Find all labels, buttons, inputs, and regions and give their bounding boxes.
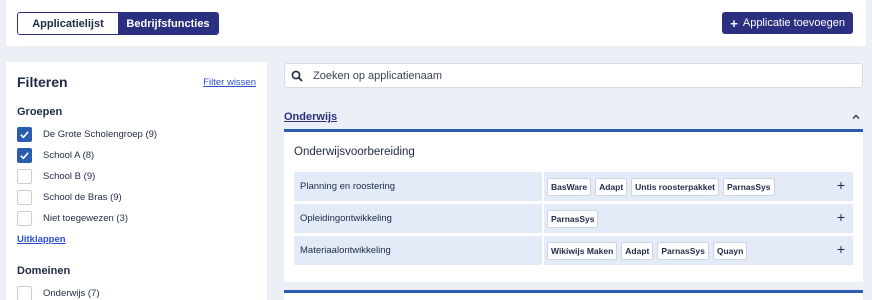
domains-title: Domeinen — [17, 265, 71, 277]
app-chip[interactable]: BasWare — [547, 177, 592, 196]
subcategory-title: Onderwijsvoorbereiding — [294, 146, 415, 158]
clear-filter-link[interactable]: Filter wissen — [203, 77, 256, 88]
group-filter-label: School de Bras (9) — [43, 192, 122, 203]
group-filter-item[interactable]: School A (8) — [17, 145, 256, 166]
add-application-label: Applicatie toevoegen — [742, 17, 845, 29]
search-input[interactable] — [313, 69, 862, 82]
checkbox[interactable] — [17, 286, 32, 300]
search-icon — [285, 70, 309, 82]
checkbox[interactable] — [17, 190, 32, 205]
filter-panel: Filteren Filter wissen Groepen De Grote … — [6, 62, 267, 300]
checkbox[interactable] — [17, 211, 32, 226]
app-chip[interactable]: Untis roosterpakket — [631, 177, 720, 196]
app-chip[interactable]: ParnasSys — [547, 209, 599, 228]
app-chip[interactable]: ParnasSys — [657, 241, 709, 260]
function-row: Planning en roostering BasWare Adapt Unt… — [294, 172, 853, 201]
app-chip[interactable]: ParnasSys — [723, 177, 775, 196]
add-app-plus-icon[interactable]: + — [837, 242, 845, 256]
add-app-plus-icon[interactable]: + — [837, 178, 845, 192]
app-chip[interactable]: Quayn — [712, 241, 748, 260]
checkbox-checked[interactable] — [17, 127, 32, 142]
group-filter-item[interactable]: De Grote Scholengroep (9) — [17, 124, 256, 145]
view-toggle: Applicatielijst Bedrijfsfuncties — [17, 12, 219, 35]
domain-filter-item[interactable]: Onderwijs (7) — [17, 283, 256, 300]
chevron-up-icon[interactable] — [851, 112, 861, 122]
group-filter-label: De Grote Scholengroep (9) — [43, 129, 158, 140]
app-chip[interactable]: Adapt — [621, 241, 654, 260]
add-application-button[interactable]: + Applicatie toevoegen — [722, 12, 853, 34]
domain-filter-label: Onderwijs (7) — [43, 288, 100, 299]
expand-groups-link[interactable]: Uitklappen — [17, 234, 66, 245]
filter-header: Filteren Filter wissen — [17, 74, 256, 90]
groups-title: Groepen — [17, 106, 63, 118]
filter-title: Filteren — [17, 74, 68, 90]
function-label: Materiaalontwikkeling — [300, 245, 391, 256]
group-filter-label: School A (8) — [43, 150, 95, 161]
plus-icon: + — [730, 15, 738, 31]
function-apps: Wikiwijs Maken Adapt ParnasSys Quayn — [542, 236, 853, 265]
group-filter-item[interactable]: Niet toegewezen (3) — [17, 208, 256, 229]
group-filter-label: Niet toegewezen (3) — [43, 213, 129, 224]
groups-list: De Grote Scholengroep (9) School A (8) S… — [17, 124, 256, 229]
tab-bedrijfsfuncties[interactable]: Bedrijfsfuncties — [118, 13, 218, 34]
checkbox[interactable] — [17, 169, 32, 184]
checkbox-checked[interactable] — [17, 148, 32, 163]
app-chip[interactable]: Wikiwijs Maken — [547, 241, 618, 260]
function-apps: BasWare Adapt Untis roosterpakket Parnas… — [542, 172, 853, 201]
group-filter-label: School B (9) — [43, 171, 96, 182]
search-bar — [284, 63, 863, 88]
add-app-plus-icon[interactable]: + — [837, 210, 845, 224]
app-chip[interactable]: Adapt — [595, 177, 628, 196]
top-bar: Applicatielijst Bedrijfsfuncties + Appli… — [6, 0, 866, 46]
category-title[interactable]: Onderwijs — [284, 111, 337, 123]
category-header[interactable]: Onderwijs — [284, 104, 863, 130]
function-label: Opleidingontwikkeling — [300, 213, 392, 224]
group-filter-item[interactable]: School B (9) — [17, 166, 256, 187]
group-filter-item[interactable]: School de Bras (9) — [17, 187, 256, 208]
check-icon — [20, 131, 29, 139]
function-row: Opleidingontwikkeling ParnasSys + — [294, 204, 853, 233]
check-icon — [20, 152, 29, 160]
tab-applicatielijst[interactable]: Applicatielijst — [18, 13, 118, 34]
next-category-body — [284, 293, 863, 300]
function-label: Planning en roostering — [300, 181, 396, 192]
function-apps: ParnasSys — [542, 204, 853, 233]
function-row: Materiaalontwikkeling Wikiwijs Maken Ada… — [294, 236, 853, 265]
category-body: Onderwijsvoorbereiding Planning en roost… — [284, 132, 863, 282]
